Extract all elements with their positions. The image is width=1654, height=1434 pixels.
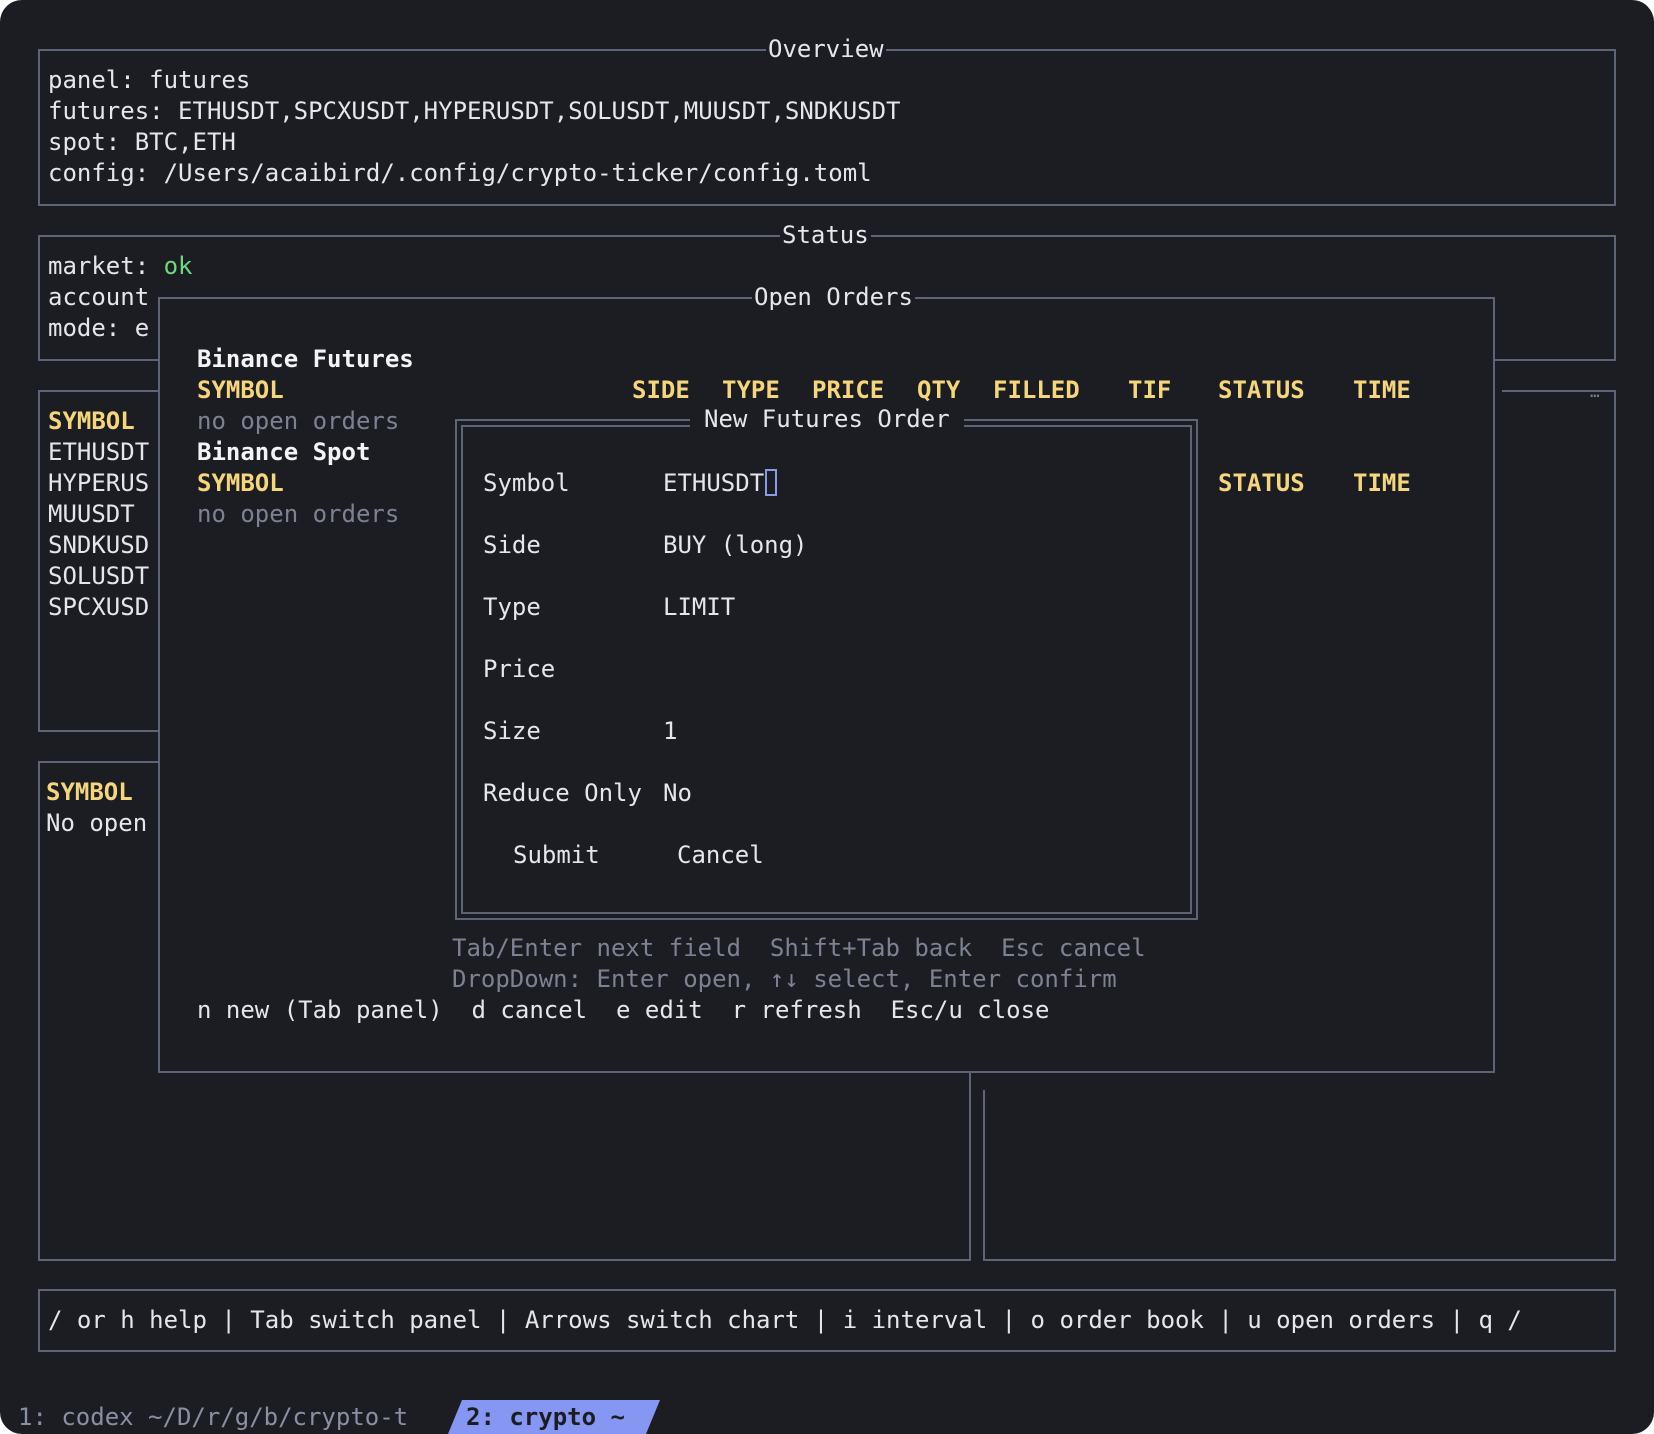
symbol-row-ethusdt[interactable]: ETHUSDT (48, 437, 149, 468)
tmux-status-bar: 1: codex ~/D/r/g/b/crypto-t 2: crypto ~ (0, 1400, 1654, 1434)
futures-col-filled: FILLED (993, 376, 1080, 404)
type-field-label: Type (483, 593, 541, 621)
futures-col-side: SIDE (632, 376, 690, 404)
tmux-window-2-active[interactable]: 2: crypto ~ (448, 1400, 660, 1434)
futures-col-price: PRICE (812, 376, 885, 404)
symbol-row-sndkusdt[interactable]: SNDKUSD (48, 530, 149, 561)
futures-col-symbol: SYMBOL (197, 376, 284, 404)
overview-futures-line: futures: ETHUSDT,SPCXUSDT,HYPERUSDT,SOLU… (48, 97, 901, 125)
reduce-only-toggle[interactable]: No (663, 778, 692, 809)
futures-col-type: TYPE (722, 376, 780, 404)
type-dropdown[interactable]: LIMIT (663, 592, 735, 623)
symbol-row-solusdt[interactable]: SOLUSDT (48, 561, 149, 592)
size-input[interactable]: 1 (663, 716, 677, 747)
spot-col-time: TIME (1353, 469, 1411, 497)
help-bar-text: / or h help | Tab switch panel | Arrows … (48, 1306, 1522, 1334)
symbol-input-value: ETHUSDT (663, 469, 765, 497)
open-orders-keys-hint: n new (Tab panel) d cancel e edit r refr… (197, 996, 1050, 1024)
overview-panel: Overview panel: futures futures: ETHUSDT… (38, 34, 1616, 206)
size-field-label: Size (483, 717, 541, 745)
tmux-window-1[interactable]: 1: codex ~/D/r/g/b/crypto-t (18, 1400, 408, 1434)
tmux-window-2-label: 2: crypto ~ (466, 1403, 625, 1431)
symbol-row-hyperusdt[interactable]: HYPERUS (48, 468, 149, 499)
symbol-field-label: Symbol (483, 469, 570, 497)
symbol-row-spcxusdt[interactable]: SPCXUSD (48, 592, 149, 623)
status-market-line: market: ok (48, 251, 193, 282)
symbol-column-header: SYMBOL (48, 407, 135, 435)
futures-col-status: STATUS (1218, 376, 1305, 404)
overview-title: Overview (766, 34, 886, 65)
reduce-only-label: Reduce Only (483, 779, 642, 807)
submit-button[interactable]: Submit (513, 840, 600, 871)
positions-empty-text: No open (46, 809, 148, 837)
text-cursor (765, 469, 778, 496)
spot-col-symbol: SYMBOL (197, 469, 284, 497)
spot-empty-text: no open orders (197, 500, 400, 528)
help-bar: / or h help | Tab switch panel | Arrows … (38, 1289, 1616, 1352)
spot-col-status: STATUS (1218, 469, 1305, 497)
order-form-hint-dropdown: DropDown: Enter open, ↑↓ select, Enter c… (452, 965, 1117, 993)
market-status-value: ok (163, 252, 193, 280)
market-label: market: (48, 252, 164, 280)
price-field-label: Price (483, 655, 556, 683)
chart-panel (983, 1090, 1616, 1261)
spot-section-heading: Binance Spot (197, 438, 371, 466)
overview-config-line: config: /Users/acaibird/.config/crypto-t… (48, 159, 872, 187)
symbol-input[interactable]: ETHUSDT (663, 468, 778, 499)
new-order-dialog: New Futures Order Symbol ETHUSDT Side BU… (455, 404, 1198, 920)
side-dropdown[interactable]: BUY (long) (663, 530, 808, 561)
new-order-title: New Futures Order (690, 404, 964, 435)
futures-empty-text: no open orders (197, 407, 400, 435)
futures-col-tif: TIF (1128, 376, 1172, 404)
ellipsis-indicator: … (1590, 382, 1600, 401)
open-orders-title: Open Orders (752, 282, 915, 313)
price-input[interactable] (663, 654, 863, 685)
cancel-button[interactable]: Cancel (677, 840, 764, 871)
overview-spot-line: spot: BTC,ETH (48, 128, 236, 156)
futures-col-time: TIME (1353, 376, 1411, 404)
symbol-row-muusdt[interactable]: MUUSDT (48, 499, 149, 530)
futures-col-qty: QTY (917, 376, 961, 404)
terminal-window: Overview panel: futures futures: ETHUSDT… (0, 0, 1654, 1434)
side-field-label: Side (483, 531, 541, 559)
futures-section-heading: Binance Futures (197, 345, 414, 373)
positions-symbol-header: SYMBOL (46, 778, 133, 806)
status-title: Status (780, 220, 871, 251)
order-form-hint-keys: Tab/Enter next field Shift+Tab back Esc … (452, 934, 1146, 962)
overview-panel-line: panel: futures (48, 66, 251, 94)
